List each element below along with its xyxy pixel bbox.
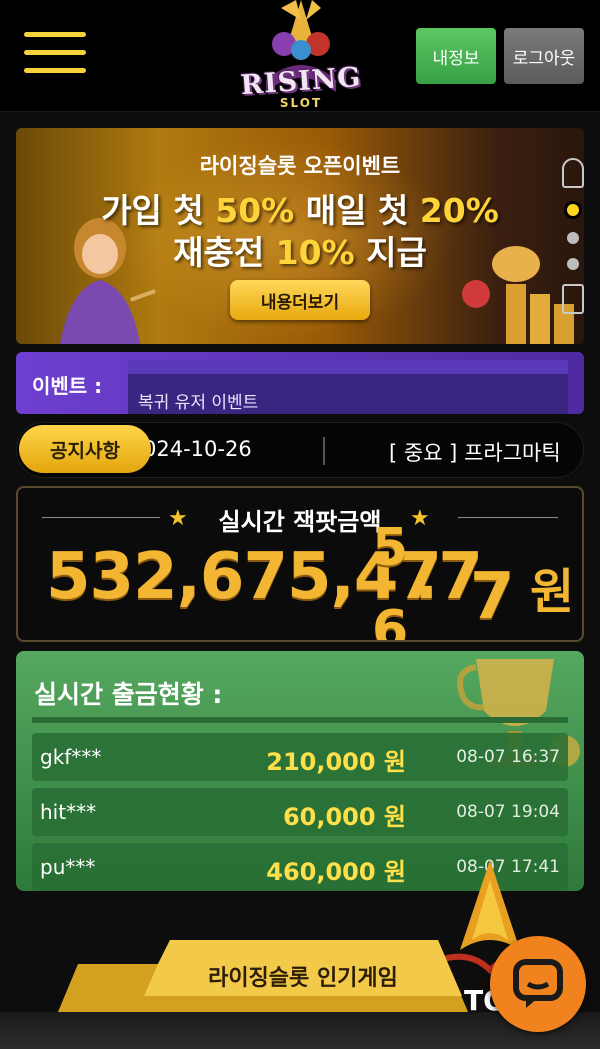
jackpot-panel: ★ ★ 실시간 잭팟금액 532,675,47 5 6 .7 7 원: [16, 486, 584, 642]
withdrawal-time: 08-07 16:37: [456, 747, 560, 767]
slide-dot-1[interactable]: [567, 204, 579, 216]
my-info-button[interactable]: 내정보: [416, 28, 496, 84]
chat-bubble-icon: [513, 959, 563, 1008]
logo-subtext: SLOT: [279, 96, 323, 110]
menu-icon[interactable]: [24, 32, 86, 76]
withdrawal-panel: 실시간 출금현황 : gkf*** 210,000 원 08-07 16:37 …: [16, 651, 584, 891]
withdrawal-user: gkf***: [40, 745, 102, 769]
withdrawal-amount: 460,000 원: [266, 858, 406, 886]
slide-dot-4[interactable]: [562, 284, 584, 314]
withdrawal-user: pu***: [40, 855, 96, 879]
withdrawal-row: gkf*** 210,000 원 08-07 16:37: [32, 733, 568, 781]
withdrawal-row: hit*** 60,000 원 08-07 19:04: [32, 788, 568, 836]
jackpot-unit: 원: [530, 564, 575, 620]
event-label: 이벤트 :: [32, 374, 103, 398]
jackpot-last-digit: 7: [470, 560, 515, 634]
notice-divider: [323, 437, 325, 465]
withdrawal-amount: 60,000 원: [282, 803, 406, 831]
withdrawal-divider: [32, 717, 568, 723]
withdrawal-time: 08-07 19:04: [456, 802, 560, 822]
withdrawal-amount: 210,000 원: [266, 748, 406, 776]
notice-title[interactable]: [ 중요 ] 프라그마틱: [389, 437, 561, 467]
slide-dot-3[interactable]: [567, 258, 579, 270]
slide-dot-2[interactable]: [567, 232, 579, 244]
banner-text: 재충전: [173, 233, 276, 272]
banner-text: 매일 첫: [294, 191, 420, 230]
banner-text: 가입 첫: [101, 191, 216, 230]
banner-pagination: [558, 156, 588, 346]
banner-headline-1: 가입 첫 50% 매일 첫 20%: [16, 184, 584, 232]
event-ticker-text[interactable]: 복귀 유저 이벤트: [138, 388, 258, 413]
banner-more-button[interactable]: 내용더보기: [230, 280, 370, 320]
banner-highlight: 20%: [419, 191, 499, 230]
banner-highlight: 50%: [215, 191, 295, 230]
promo-banner[interactable]: 라이징슬롯 오픈이벤트 가입 첫 50% 매일 첫 20% 재충전 10% 지급…: [16, 128, 584, 344]
notice-button[interactable]: 공지사항: [19, 425, 151, 473]
banner-subtitle: 라이징슬롯 오픈이벤트: [199, 154, 401, 178]
chat-button[interactable]: [490, 936, 586, 1032]
logout-button[interactable]: 로그아웃: [504, 28, 584, 84]
logo[interactable]: RISING SLOT: [236, 0, 366, 112]
notice-bar[interactable]: 024-10-26 [ 중요 ] 프라그마틱 공지사항: [16, 422, 584, 478]
event-ticker[interactable]: 복귀 유저 이벤트: [128, 360, 568, 414]
popular-games-tab[interactable]: 라이징슬롯 인기게임: [158, 960, 448, 992]
withdrawal-user: hit***: [40, 800, 97, 824]
banner-highlight: 10%: [275, 233, 355, 272]
banner-text: 지급: [354, 233, 427, 272]
event-bar[interactable]: 이벤트 : 복귀 유저 이벤트: [16, 352, 584, 414]
pause-icon[interactable]: [562, 158, 584, 188]
notice-date: 024-10-26: [143, 437, 252, 461]
jackpot-rolling-digit: 5: [372, 518, 409, 578]
withdrawal-title: 실시간 출금현황 :: [34, 680, 223, 709]
banner-headline-2: 재충전 10% 지급: [16, 226, 584, 274]
jackpot-title: 실시간 잭팟금액: [218, 508, 382, 536]
header: RISING SLOT 내정보 로그아웃: [0, 0, 600, 112]
jackpot-rolling-digit: 6: [372, 600, 409, 642]
